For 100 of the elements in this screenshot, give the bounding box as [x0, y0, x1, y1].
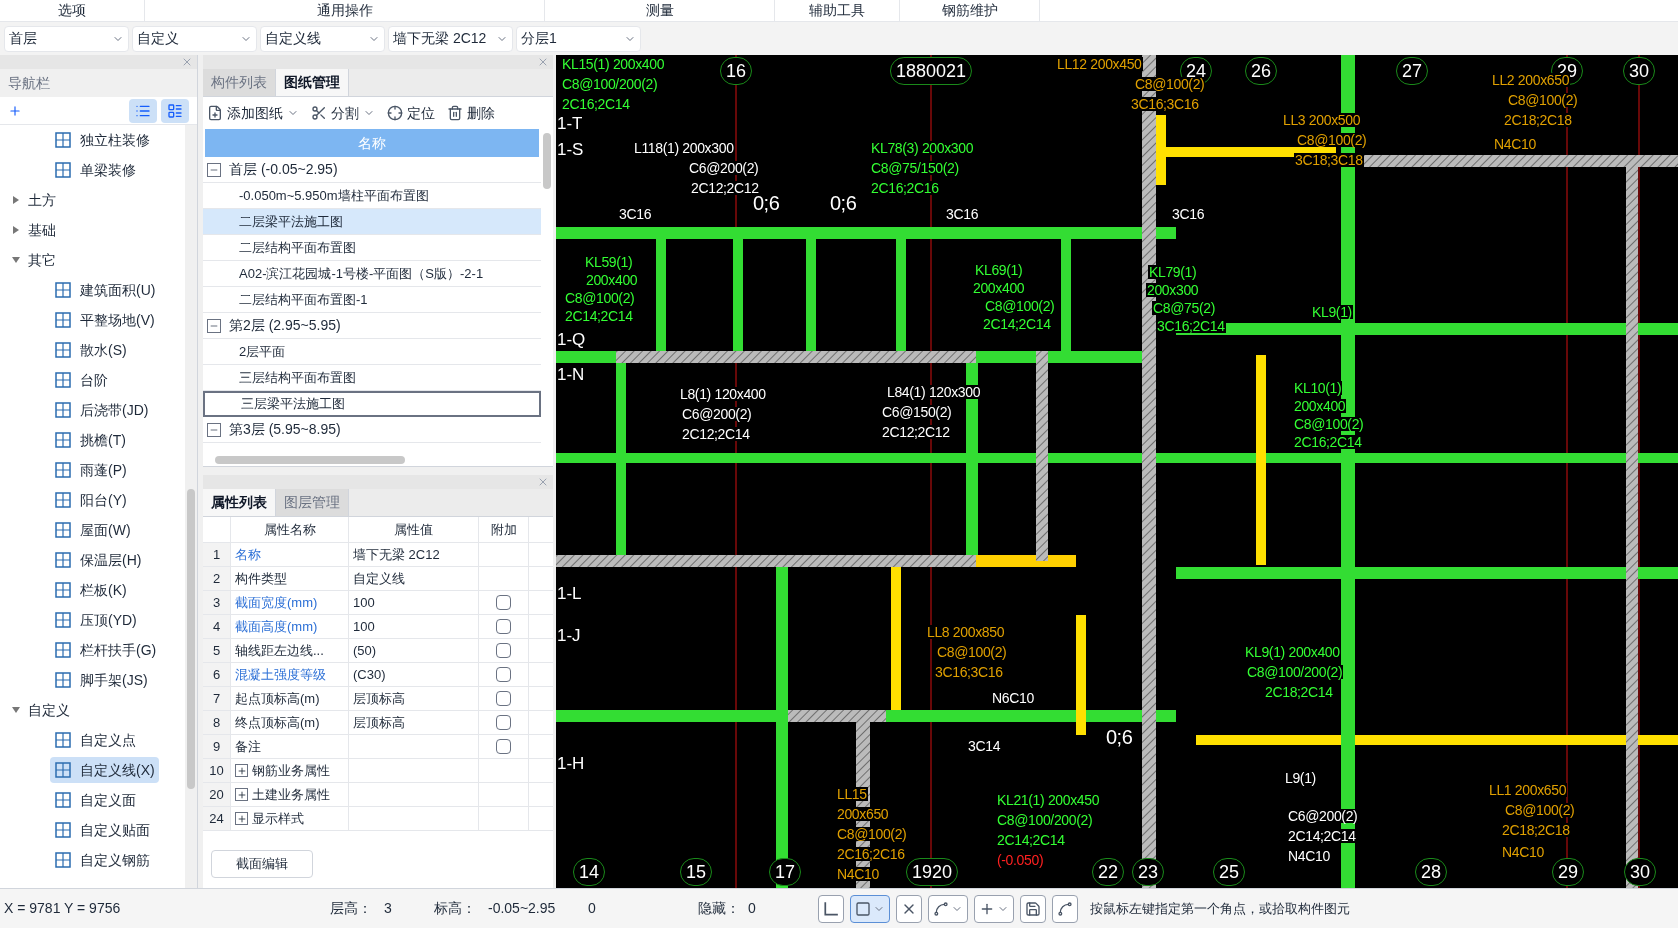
property-value[interactable]: 层顶标高 — [353, 688, 405, 709]
property-value[interactable]: 层顶标高 — [353, 712, 405, 733]
toolbar-button[interactable]: 定位 — [387, 102, 435, 124]
property-value[interactable]: 100 — [353, 616, 375, 637]
insert-tool-button[interactable] — [974, 894, 1014, 923]
toolbar-button[interactable]: 分割 — [311, 102, 375, 124]
nav-item[interactable]: 阳台(Y) — [50, 487, 131, 513]
horizontal-scrollbar[interactable] — [215, 456, 405, 464]
hidden-count: 0 — [748, 899, 757, 918]
panel-tab[interactable]: 属性列表 — [203, 489, 276, 516]
drawing-item[interactable]: 三层结构平面布置图 — [203, 365, 541, 391]
collapse-arrow-icon[interactable] — [12, 706, 20, 714]
scrollbar-thumb[interactable] — [543, 133, 551, 189]
screen-tool-button[interactable] — [1020, 894, 1046, 923]
nav-item[interactable]: 后浇带(JD) — [50, 397, 153, 423]
floor-label[interactable]: 首层 (-0.05~2.95) — [229, 159, 338, 180]
property-name[interactable]: 混凝土强度等级 — [235, 664, 326, 685]
drawing-item[interactable]: A02-滨江花园城-1号楼-平面图（S版）-2-1 — [203, 261, 541, 287]
nav-item[interactable]: 保温层(H) — [50, 547, 146, 573]
dropdown-select[interactable]: 墙下无梁 2C12 — [388, 25, 513, 52]
row-number: 10 — [203, 759, 231, 782]
ribbon-group-label: 选项 — [0, 0, 145, 21]
nav-item[interactable]: 屋面(W) — [50, 517, 135, 543]
axis-marker: 28 — [1415, 858, 1447, 886]
nav-group[interactable]: 基础 — [28, 219, 56, 241]
property-name[interactable]: 名称 — [235, 544, 261, 565]
panel-tab[interactable]: 图层管理 — [276, 489, 349, 516]
scrollbar[interactable] — [185, 125, 197, 888]
nav-item[interactable]: 雨蓬(P) — [50, 457, 131, 483]
curve-tool-button[interactable] — [1052, 894, 1078, 923]
panel-tab[interactable]: 构件列表 — [203, 69, 276, 96]
collapse-arrow-icon[interactable] — [12, 256, 20, 264]
drawing-item[interactable]: 2层平面 — [203, 339, 541, 365]
expand-toggle[interactable] — [235, 788, 248, 801]
angle-tool-button[interactable] — [928, 894, 968, 923]
checkbox[interactable] — [496, 619, 511, 634]
add-icon[interactable] — [8, 103, 22, 118]
nav-item[interactable]: 台阶 — [50, 367, 112, 393]
nav-item[interactable]: 自定义点 — [50, 727, 140, 753]
nav-item[interactable]: 脚手架(JS) — [50, 667, 152, 693]
property-value[interactable]: 100 — [353, 592, 375, 613]
nav-group[interactable]: 土方 — [28, 189, 56, 211]
property-name[interactable]: 截面高度(mm) — [235, 616, 318, 637]
drawing-item[interactable]: 二层结构平面布置图 — [203, 235, 541, 261]
collapse-toggle[interactable] — [207, 162, 221, 177]
property-value[interactable]: (50) — [353, 640, 377, 661]
beam-annotation: 3C16 — [945, 207, 980, 221]
collapse-toggle[interactable] — [207, 422, 221, 437]
list-view-button[interactable] — [129, 98, 157, 123]
nav-item[interactable]: 独立柱装修 — [50, 127, 154, 153]
nav-item[interactable]: 压顶(YD) — [50, 607, 141, 633]
collapse-toggle[interactable] — [207, 318, 221, 333]
nav-item[interactable]: 建筑面积(U) — [50, 277, 160, 303]
checkbox[interactable] — [496, 667, 511, 682]
beam-annotation: LL1 200x650 — [1488, 783, 1568, 797]
expand-arrow-icon[interactable] — [12, 226, 20, 234]
checkbox[interactable] — [496, 739, 511, 754]
floor-label[interactable]: 第3层 (5.95~8.95) — [229, 419, 341, 440]
floor-label[interactable]: 第2层 (2.95~5.95) — [229, 315, 341, 336]
checkbox[interactable] — [496, 595, 511, 610]
beam-annotation: C8@100(2) — [1293, 417, 1365, 431]
dropdown-select[interactable]: 首层 — [4, 25, 129, 52]
drawing-item[interactable]: 二层梁平法施工图 — [203, 209, 541, 235]
axis-marker: 1880021 — [889, 57, 973, 85]
drawing-item[interactable]: 三层梁平法施工图 — [203, 391, 541, 417]
expand-toggle[interactable] — [235, 764, 248, 777]
dropdown-select[interactable]: 自定义线 — [260, 25, 385, 52]
nav-group[interactable]: 自定义 — [28, 699, 70, 721]
nav-group[interactable]: 其它 — [28, 249, 56, 271]
beam-annotation: C8@100/200(2) — [1246, 665, 1344, 679]
dropdown-select[interactable]: 分层1 — [516, 25, 641, 52]
nav-item[interactable]: 单梁装修 — [50, 157, 140, 183]
detail-view-button[interactable] — [161, 98, 189, 123]
nav-item[interactable]: 平整场地(V) — [50, 307, 159, 333]
checkbox[interactable] — [496, 643, 511, 658]
drawing-item[interactable]: 二层结构平面布置图-1 — [203, 287, 541, 313]
panel-tab[interactable]: 图纸管理 — [276, 69, 349, 96]
checkbox[interactable] — [496, 691, 511, 706]
nav-item[interactable]: 自定义贴面 — [50, 817, 154, 843]
property-value[interactable]: (C30) — [353, 664, 386, 685]
corner-tool-button[interactable] — [818, 894, 844, 923]
rectangle-select-button[interactable] — [850, 894, 890, 923]
nav-item[interactable]: 挑檐(T) — [50, 427, 130, 453]
nav-item[interactable]: 散水(S) — [50, 337, 131, 363]
nav-item[interactable]: 自定义面 — [50, 787, 140, 813]
toolbar-button[interactable]: 删除 — [447, 102, 495, 124]
section-edit-button[interactable]: 截面编辑 — [211, 850, 313, 878]
cross-tool-button[interactable] — [896, 894, 922, 923]
toolbar-button[interactable]: 添加图纸 — [207, 102, 299, 124]
nav-item[interactable]: 栏板(K) — [50, 577, 131, 603]
checkbox[interactable] — [496, 715, 511, 730]
nav-item[interactable]: 自定义钢筋 — [50, 847, 154, 873]
nav-item[interactable]: 自定义线(X) — [50, 757, 159, 783]
nav-item[interactable]: 栏杆扶手(G) — [50, 637, 161, 663]
property-name[interactable]: 截面宽度(mm) — [235, 592, 318, 613]
property-value[interactable]: 墙下无梁 2C12 — [353, 544, 440, 565]
dropdown-select[interactable]: 自定义 — [132, 25, 257, 52]
expand-arrow-icon[interactable] — [12, 196, 20, 204]
expand-toggle[interactable] — [235, 812, 248, 825]
property-value[interactable]: 自定义线 — [353, 568, 405, 589]
